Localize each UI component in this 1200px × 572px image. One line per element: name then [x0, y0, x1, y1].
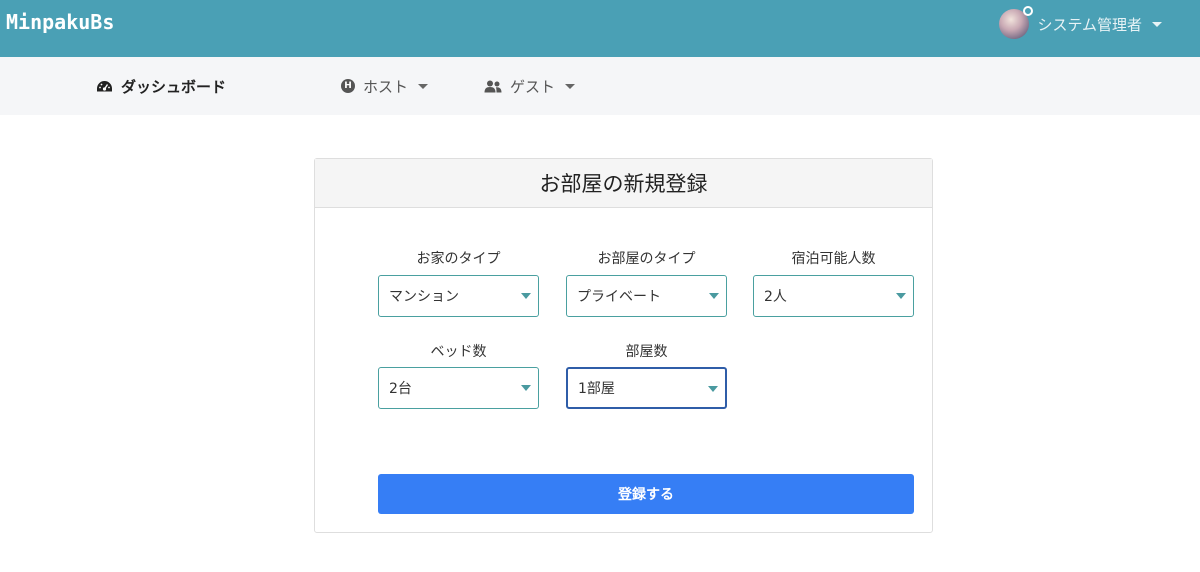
- room-type-value: プライベート: [577, 289, 661, 305]
- capacity-value: 2人: [764, 289, 787, 305]
- room-type-label: お部屋のタイプ: [597, 251, 696, 267]
- status-ring-icon: [1023, 6, 1034, 16]
- top-navbar: MinpakuBs システム管理者: [0, 0, 1200, 57]
- nav-dashboard[interactable]: ダッシュボード: [96, 57, 226, 115]
- capacity-select[interactable]: 2人: [753, 275, 914, 317]
- caret-down-icon: [896, 293, 906, 299]
- chevron-down-icon: [418, 83, 429, 89]
- caret-down-icon: [708, 386, 718, 392]
- nav-host-dropdown[interactable]: H ホスト: [341, 57, 429, 115]
- chevron-down-icon: [1152, 21, 1162, 27]
- user-name: システム管理者: [1037, 15, 1142, 34]
- nav-guest-label: ゲスト: [510, 77, 556, 96]
- register-button[interactable]: 登録する: [378, 474, 914, 514]
- h-circle-icon: H: [341, 79, 355, 93]
- beds-value: 2台: [389, 381, 412, 397]
- house-type-label: お家のタイプ: [416, 251, 501, 267]
- nav-dashboard-label: ダッシュボード: [121, 77, 227, 96]
- room-type-select[interactable]: プライベート: [566, 275, 727, 317]
- user-avatar: [999, 6, 1034, 39]
- chevron-down-icon: [565, 83, 576, 89]
- sub-navbar: ダッシュボード H ホスト ゲスト: [0, 57, 1200, 115]
- card-header: お部屋の新規登録: [315, 159, 932, 208]
- caret-down-icon: [709, 293, 719, 299]
- form-title: お部屋の新規登録: [539, 172, 708, 196]
- rooms-value: 1部屋: [578, 381, 615, 397]
- capacity-label: 宿泊可能人数: [791, 251, 876, 267]
- nav-guest-dropdown[interactable]: ゲスト: [484, 57, 576, 115]
- caret-down-icon: [521, 293, 531, 299]
- users-icon: [484, 80, 502, 92]
- brand-logo[interactable]: MinpakuBs: [6, 10, 114, 34]
- rooms-label: 部屋数: [625, 344, 668, 360]
- tachometer-icon: [97, 80, 112, 91]
- beds-label: ベッド数: [430, 344, 487, 360]
- user-menu[interactable]: システム管理者: [999, 6, 1162, 39]
- house-type-select[interactable]: マンション: [378, 275, 539, 317]
- caret-down-icon: [521, 385, 531, 391]
- nav-host-label: ホスト: [363, 77, 409, 96]
- beds-select[interactable]: 2台: [378, 367, 539, 409]
- rooms-select[interactable]: 1部屋: [566, 367, 727, 409]
- house-type-value: マンション: [389, 289, 459, 305]
